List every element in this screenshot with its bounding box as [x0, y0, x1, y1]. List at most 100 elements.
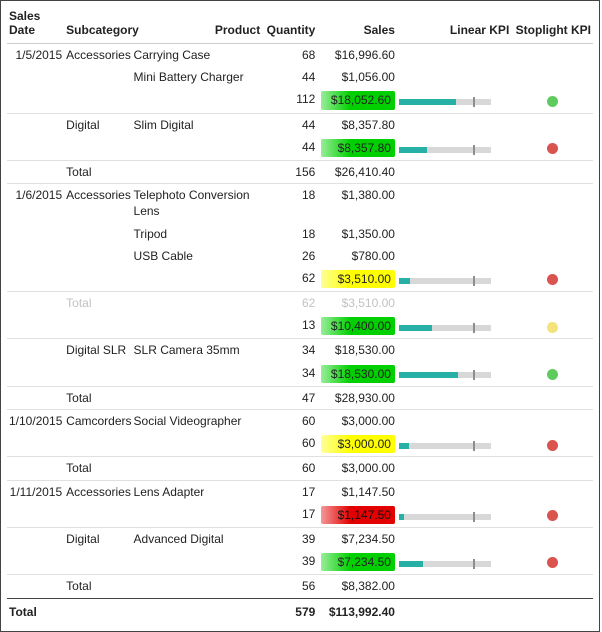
table-row: Mini Battery Charger 44 $1,056.00: [7, 66, 593, 88]
sales-cell: $3,510.00: [317, 267, 397, 292]
sales-cell: $7,234.50: [317, 527, 397, 550]
product-cell: Lens Adapter: [132, 480, 263, 503]
grand-total-row: Total 579 $113,992.40: [7, 598, 593, 623]
stoplight-green-icon: [547, 369, 558, 380]
header-row: Sales Date Subcategory Product Quantity …: [7, 5, 593, 44]
qty-cell: 34: [262, 339, 317, 362]
stoplight-yellow-icon: [547, 322, 558, 333]
linear-kpi: [397, 267, 511, 292]
subcat-cell: Accessories: [64, 480, 131, 503]
col-product[interactable]: Product: [132, 5, 263, 44]
qty-cell: 18: [262, 223, 317, 245]
table-row: USB Cable 26 $780.00: [7, 245, 593, 267]
qty-cell: 17: [262, 503, 317, 528]
sales-cell: $3,000.00: [317, 457, 397, 480]
total-label: Total: [64, 160, 131, 183]
table-row: 1/6/2015 Accessories Telephoto Conversio…: [7, 184, 593, 223]
subcat-cell: Digital: [64, 527, 131, 550]
sales-cell: $28,930.00: [317, 386, 397, 409]
subcat-cell: Camcorders: [64, 410, 131, 433]
stoplight-red-icon: [547, 440, 558, 451]
qty-cell: 62: [262, 292, 317, 315]
stoplight-kpi: [511, 88, 593, 113]
sales-cell: $16,996.60: [317, 44, 397, 67]
qty-cell: 44: [262, 66, 317, 88]
table-row: 1/10/2015 Camcorders Social Videographer…: [7, 410, 593, 433]
subtotal-row: 44 $8,357.80: [7, 136, 593, 161]
sales-cell: $8,357.80: [317, 136, 397, 161]
stoplight-kpi: [511, 314, 593, 339]
date-total-row: Total 47 $28,930.00: [7, 386, 593, 409]
product-cell: Telephoto Conversion Lens: [132, 184, 263, 223]
subcat-cell: Accessories: [64, 184, 131, 223]
sales-table: Sales Date Subcategory Product Quantity …: [7, 5, 593, 623]
subtotal-row: 62 $3,510.00: [7, 267, 593, 292]
qty-cell: 39: [262, 550, 317, 575]
col-date[interactable]: Sales Date: [7, 5, 64, 44]
stoplight-kpi: [511, 362, 593, 387]
date-cell: 1/10/2015: [7, 410, 64, 433]
sales-cell: $3,000.00: [317, 432, 397, 457]
sales-cell: $3,510.00: [317, 292, 397, 315]
subtotal-row: 34 $18,530.00: [7, 362, 593, 387]
sales-cell: $1,380.00: [317, 184, 397, 223]
qty-cell: 68: [262, 44, 317, 67]
date-total-row: Total 56 $8,382.00: [7, 575, 593, 598]
table-row: 1/5/2015 Accessories Carrying Case 68 $1…: [7, 44, 593, 67]
qty-cell: 62: [262, 267, 317, 292]
qty-cell: 112: [262, 88, 317, 113]
col-subcategory[interactable]: Subcategory: [64, 5, 131, 44]
col-stoplight[interactable]: Stoplight KPI: [511, 5, 593, 44]
linear-kpi: [397, 503, 511, 528]
subcat-cell: Digital: [64, 113, 131, 136]
product-cell: Advanced Digital: [132, 527, 263, 550]
sales-cell: $3,000.00: [317, 410, 397, 433]
stoplight-kpi: [511, 503, 593, 528]
subtotal-row: 13 $10,400.00: [7, 314, 593, 339]
subtotal-row: 39 $7,234.50: [7, 550, 593, 575]
qty-cell: 60: [262, 410, 317, 433]
subtotal-row: 112 $18,052.60: [7, 88, 593, 113]
qty-cell: 17: [262, 480, 317, 503]
date-cell: 1/6/2015: [7, 184, 64, 223]
subtotal-row: 17 $1,147.50: [7, 503, 593, 528]
grand-total-sales: $113,992.40: [317, 598, 397, 623]
sales-cell: $18,052.60: [317, 88, 397, 113]
table-row: Digital Advanced Digital 39 $7,234.50: [7, 527, 593, 550]
table-row: 1/11/2015 Accessories Lens Adapter 17 $1…: [7, 480, 593, 503]
stoplight-kpi: [511, 550, 593, 575]
product-cell: Mini Battery Charger: [132, 66, 263, 88]
grand-total-qty: 579: [262, 598, 317, 623]
product-cell: Tripod: [132, 223, 263, 245]
qty-cell: 56: [262, 575, 317, 598]
date-cell: 1/5/2015: [7, 44, 64, 67]
sales-cell: $8,382.00: [317, 575, 397, 598]
qty-cell: 60: [262, 457, 317, 480]
total-label: Total: [64, 386, 131, 409]
sales-cell: $18,530.00: [317, 339, 397, 362]
product-cell: Social Videographer: [132, 410, 263, 433]
table-row: Digital Slim Digital 44 $8,357.80: [7, 113, 593, 136]
total-label: Total: [64, 292, 131, 315]
grand-total-label: Total: [7, 598, 132, 623]
table-row: Tripod 18 $1,350.00: [7, 223, 593, 245]
col-sales[interactable]: Sales: [317, 5, 397, 44]
col-linear[interactable]: Linear KPI: [397, 5, 511, 44]
qty-cell: 39: [262, 527, 317, 550]
date-total-row: Total 60 $3,000.00: [7, 457, 593, 480]
stoplight-kpi: [511, 432, 593, 457]
qty-cell: 60: [262, 432, 317, 457]
stoplight-green-icon: [547, 96, 558, 107]
stoplight-kpi: [511, 136, 593, 161]
sales-cell: $1,350.00: [317, 223, 397, 245]
linear-kpi: [397, 362, 511, 387]
qty-cell: 44: [262, 136, 317, 161]
linear-kpi: [397, 314, 511, 339]
sales-cell: $1,147.50: [317, 480, 397, 503]
linear-kpi: [397, 432, 511, 457]
sales-cell: $7,234.50: [317, 550, 397, 575]
table-row: Digital SLR SLR Camera 35mm 34 $18,530.0…: [7, 339, 593, 362]
col-quantity[interactable]: Quantity: [262, 5, 317, 44]
qty-cell: 156: [262, 160, 317, 183]
date-cell: 1/11/2015: [7, 480, 64, 503]
